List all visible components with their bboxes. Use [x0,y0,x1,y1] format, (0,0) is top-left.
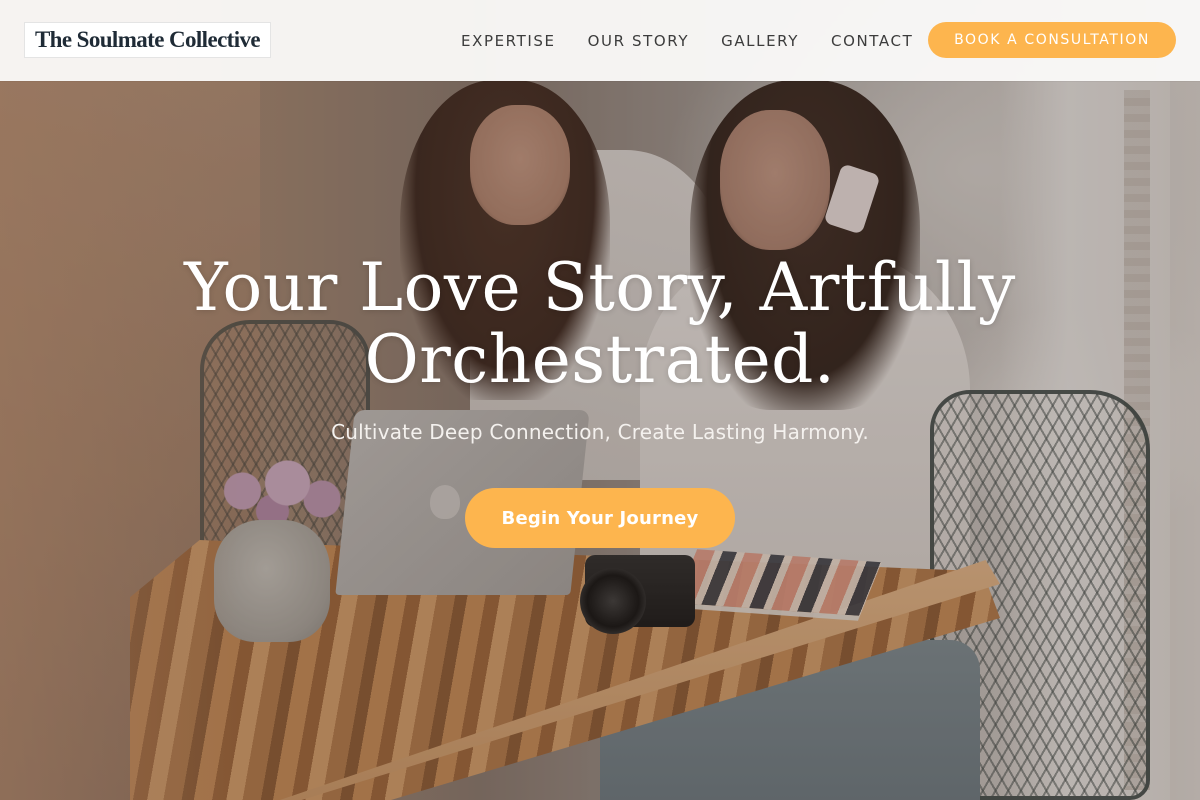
nav-item-expertise[interactable]: EXPERTISE [445,32,572,50]
nav-item-our-story[interactable]: OUR STORY [572,32,706,50]
hero-background-image [0,0,1200,800]
site-header: The Soulmate Collective EXPERTISE OUR ST… [0,0,1200,81]
nav-item-contact[interactable]: CONTACT [815,32,929,50]
hero-title: Your Love Story, Artfully Orchestrated. [184,249,1016,398]
nav-item-gallery[interactable]: GALLERY [705,32,815,50]
main-nav: EXPERTISE OUR STORY GALLERY CONTACT [445,0,929,81]
book-consultation-button[interactable]: BOOK A CONSULTATION [928,22,1176,58]
hero-subtitle: Cultivate Deep Connection, Create Lastin… [331,420,869,444]
brand-logo[interactable]: The Soulmate Collective [24,22,271,58]
begin-journey-button[interactable]: Begin Your Journey [465,488,735,548]
